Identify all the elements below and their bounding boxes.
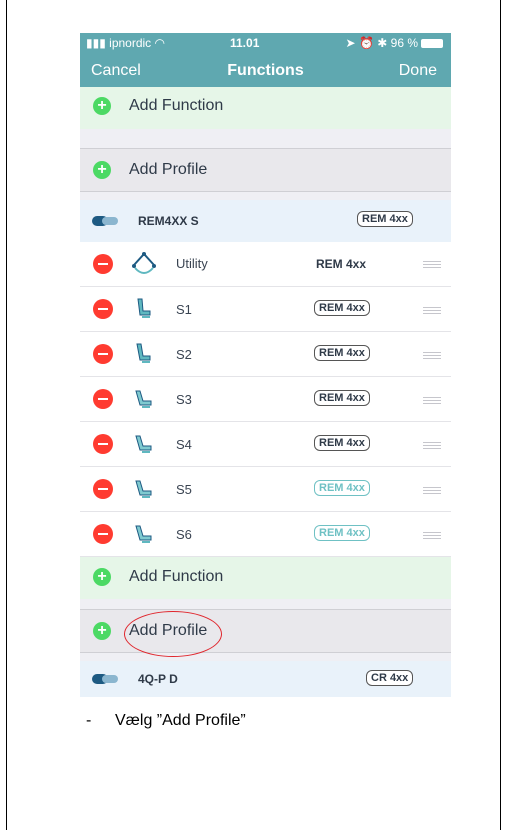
- nav-bar: Cancel Functions Done: [80, 53, 451, 87]
- profile-name: REM4XX S: [138, 214, 199, 228]
- function-label: Utility: [176, 256, 208, 271]
- function-row-utility[interactable]: Utility REM 4xx: [80, 242, 451, 287]
- function-label: S2: [176, 347, 192, 362]
- annotation-circle: [124, 611, 222, 657]
- remove-icon[interactable]: [93, 299, 113, 319]
- profile-header-rem4xx-s[interactable]: REM4XX S REM 4xx: [80, 200, 451, 242]
- status-time: 11.01: [230, 36, 260, 50]
- reorder-handle-icon[interactable]: [423, 487, 441, 494]
- add-icon[interactable]: +: [93, 97, 111, 115]
- function-badge: REM 4xx: [314, 435, 370, 451]
- profile-header-4q-p-d[interactable]: 4Q-P D CR 4xx: [80, 661, 451, 697]
- reorder-handle-icon[interactable]: [423, 307, 441, 314]
- add-function-row[interactable]: + Add Function: [80, 87, 451, 129]
- function-badge: REM 4xx: [316, 257, 367, 271]
- page-border-right: [500, 0, 501, 830]
- seat-position-icon: [134, 342, 154, 366]
- seat-position-icon: [134, 522, 154, 546]
- battery-icon: [421, 39, 443, 49]
- add-icon[interactable]: +: [93, 161, 111, 179]
- profile-badge: REM 4xx: [357, 211, 413, 227]
- remove-icon[interactable]: [93, 479, 113, 499]
- remove-icon[interactable]: [93, 524, 113, 544]
- add-function-label: Add Function: [129, 97, 224, 114]
- seat-position-icon: [134, 297, 154, 321]
- function-row-s2[interactable]: S2 REM 4xx: [80, 332, 451, 377]
- add-icon[interactable]: +: [93, 568, 111, 586]
- wifi-icon: ◠: [154, 36, 166, 50]
- add-function-label: Add Function: [129, 568, 224, 585]
- done-button[interactable]: Done: [399, 62, 437, 80]
- bluetooth-icon: ✱: [377, 36, 388, 50]
- page-border-left: [6, 0, 7, 830]
- profile-toggle-icon[interactable]: [92, 216, 118, 226]
- function-label: S4: [176, 437, 192, 452]
- remove-icon[interactable]: [93, 389, 113, 409]
- seat-position-icon: [134, 477, 154, 501]
- nav-title: Functions: [227, 62, 304, 79]
- status-right: ➤ ⏰ ✱ 96 %: [346, 36, 443, 50]
- function-row-s4[interactable]: S4 REM 4xx: [80, 422, 451, 467]
- function-badge: REM 4xx: [314, 525, 370, 541]
- carrier-name: ipnordic: [109, 36, 152, 50]
- function-badge: REM 4xx: [314, 345, 370, 361]
- function-label: S6: [176, 527, 192, 542]
- reorder-handle-icon[interactable]: [423, 442, 441, 449]
- function-badge: REM 4xx: [314, 300, 370, 316]
- caption-bullet: -: [86, 712, 92, 729]
- alarm-icon: ⏰: [358, 36, 374, 50]
- utility-icon: [131, 251, 157, 277]
- function-row-s3[interactable]: S3 REM 4xx: [80, 377, 451, 422]
- function-badge: REM 4xx: [314, 390, 370, 406]
- function-badge: REM 4xx: [314, 480, 370, 496]
- reorder-handle-icon[interactable]: [423, 261, 441, 268]
- function-label: S3: [176, 392, 192, 407]
- status-bar: ▮▮▮ ipnordic ◠ 11.01 ➤ ⏰ ✱ 96 %: [80, 33, 451, 53]
- profile-toggle-icon[interactable]: [92, 674, 118, 684]
- reorder-handle-icon[interactable]: [423, 352, 441, 359]
- function-row-s6[interactable]: S6 REM 4xx: [80, 512, 451, 557]
- function-label: S1: [176, 302, 192, 317]
- caption-text: Vælg ”Add Profile”: [115, 712, 246, 729]
- seat-position-icon: [134, 387, 154, 411]
- add-icon[interactable]: +: [93, 622, 111, 640]
- reorder-handle-icon[interactable]: [423, 532, 441, 539]
- profile-name: 4Q-P D: [138, 672, 178, 686]
- add-profile-label: Add Profile: [129, 161, 208, 178]
- function-row-s5[interactable]: S5 REM 4xx: [80, 467, 451, 512]
- seat-position-icon: [134, 432, 154, 456]
- function-label: S5: [176, 482, 192, 497]
- remove-icon[interactable]: [93, 434, 113, 454]
- battery-percent: 96 %: [390, 36, 418, 50]
- location-icon: ➤: [345, 36, 356, 50]
- remove-icon[interactable]: [93, 254, 113, 274]
- add-function-row[interactable]: + Add Function: [80, 557, 451, 599]
- remove-icon[interactable]: [93, 344, 113, 364]
- function-row-s1[interactable]: S1 REM 4xx: [80, 287, 451, 332]
- reorder-handle-icon[interactable]: [423, 397, 441, 404]
- add-profile-row[interactable]: + Add Profile: [80, 148, 451, 192]
- phone-screenshot: ▮▮▮ ipnordic ◠ 11.01 ➤ ⏰ ✱ 96 % Cancel F…: [80, 33, 451, 697]
- signal-carrier: ▮▮▮ ipnordic ◠: [86, 36, 166, 50]
- profile-badge: CR 4xx: [366, 670, 414, 686]
